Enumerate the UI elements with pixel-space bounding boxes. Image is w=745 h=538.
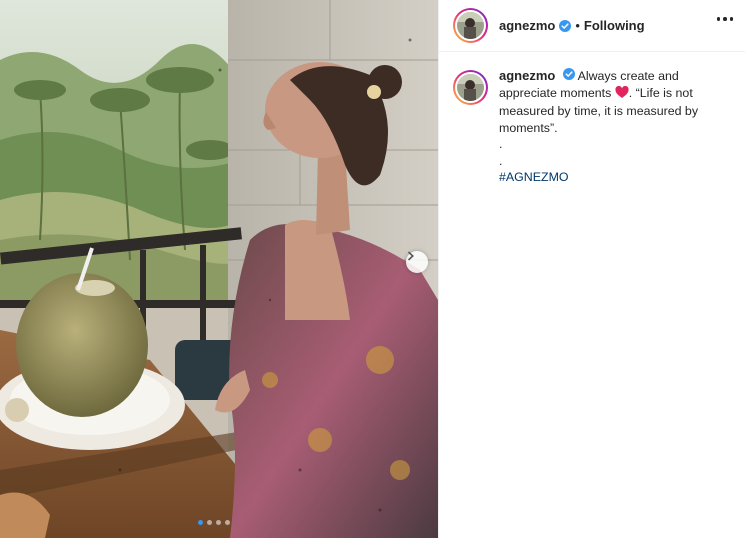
profile-picture <box>457 74 484 101</box>
carousel-indicator <box>198 520 230 525</box>
avatar[interactable] <box>453 8 488 43</box>
post-photo <box>0 0 438 538</box>
username-link[interactable]: agnezmo <box>499 18 555 33</box>
header-separator: • <box>575 18 580 33</box>
following-button[interactable]: Following <box>584 18 645 33</box>
verified-badge-icon <box>559 19 572 32</box>
verified-badge-icon <box>562 68 575 80</box>
post-header: agnezmo • Following <box>439 0 745 52</box>
caption-avatar[interactable] <box>453 70 488 105</box>
carousel-dot <box>198 520 203 525</box>
chevron-right-icon <box>408 251 414 261</box>
caption-dot-line: . <box>499 137 503 151</box>
post-caption: agnezmo Always create and appreciate mom… <box>439 52 745 186</box>
carousel-next-button[interactable] <box>406 251 428 273</box>
more-options-icon[interactable] <box>716 17 733 21</box>
hashtag-link[interactable]: #AGNEZMO <box>499 170 569 184</box>
profile-picture <box>457 12 484 39</box>
carousel-dot <box>216 520 221 525</box>
caption-dot-line: . <box>499 153 503 168</box>
post-side-panel: agnezmo • Following agnezmo Always creat… <box>438 0 745 538</box>
caption-username-link[interactable]: agnezmo <box>499 68 555 83</box>
caption-text: agnezmo Always create and appreciate mom… <box>499 68 731 186</box>
carousel-dot <box>225 520 230 525</box>
post-media[interactable] <box>0 0 438 538</box>
carousel-dot <box>207 520 212 525</box>
heart-emoji-icon <box>615 85 629 104</box>
